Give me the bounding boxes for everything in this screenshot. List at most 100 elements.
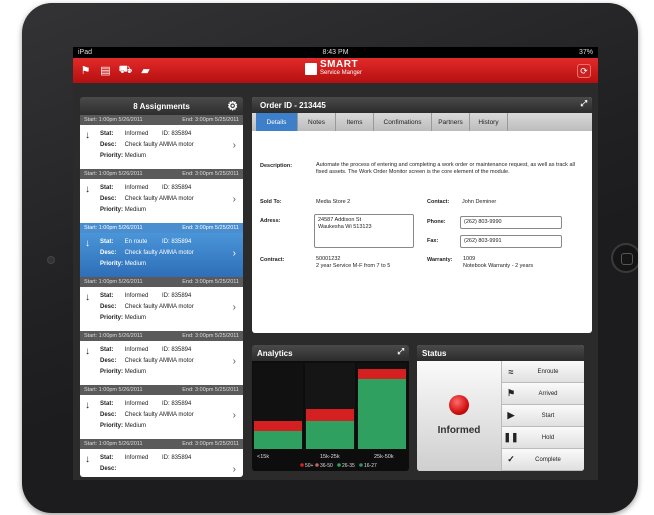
warranty-label: Warranty: <box>427 257 453 263</box>
chevron-right-icon[interactable]: › <box>233 356 236 367</box>
description-label: Description: <box>260 163 293 169</box>
contract-terms: 2 year Service M-F from 7 to 5 <box>316 263 391 269</box>
app-logo: SMART Service Manger <box>305 60 362 77</box>
order-tabs: Details Notes Items Confimations Partner… <box>252 113 592 131</box>
stat-label: Stat: <box>100 401 114 407</box>
chevron-right-icon[interactable]: › <box>233 302 236 313</box>
phone-field[interactable]: (262) 803-9990 <box>460 216 562 229</box>
truck-icon[interactable]: ⛟ <box>118 63 133 78</box>
status-button-complete[interactable]: ✓ Complete <box>501 449 584 471</box>
assignment-desc: Check faulty AMMA motor <box>124 412 194 418</box>
chevron-right-icon[interactable]: › <box>233 140 236 151</box>
arrow-down-icon: ↓ <box>85 346 90 357</box>
desc-label: Desc: <box>100 250 117 256</box>
stat-label: Stat: <box>100 185 114 191</box>
status-button-enroute[interactable]: ≈ Enroute <box>501 361 584 383</box>
status-indicator: Informed <box>417 361 501 471</box>
priority-label: Priority: <box>100 315 124 321</box>
expand-icon[interactable]: ⤢ <box>581 99 587 109</box>
carrier-label: iPad <box>78 49 93 56</box>
enroute-icon: ≈ <box>508 366 514 377</box>
assignment-item[interactable]: Start: 1:00pm 5/26/2011 End: 3:00pm 5/25/… <box>80 439 243 477</box>
priority-label: Priority: <box>100 423 124 429</box>
chevron-right-icon[interactable]: › <box>233 248 236 259</box>
arrow-down-icon: ↓ <box>85 400 90 411</box>
bar-50-plus <box>358 369 406 379</box>
assignment-item[interactable]: Start: 1:00pm 5/26/2011 End: 3:00pm 5/25/… <box>80 115 243 169</box>
priority-label: Priority: <box>100 207 124 213</box>
status-button-hold[interactable]: ❚❚ Hold <box>501 427 584 449</box>
status-button-start[interactable]: ▶ Start <box>501 405 584 427</box>
tab-confirmations[interactable]: Confimations <box>374 113 432 131</box>
assignment-item[interactable]: Start: 1:00pm 5/26/2011 End: 3:00pm 5/25/… <box>80 223 243 277</box>
assignment-times: Start: 1:00pm 5/26/2011 End: 3:00pm 5/25/… <box>80 169 243 179</box>
assignment-body: ↓ Stat: Informed ID: 835894 Desc: Check fau… <box>80 395 243 439</box>
assignment-end: End: 3:00pm 5/25/2011 <box>182 225 239 231</box>
van-icon[interactable]: ▰ <box>138 63 153 78</box>
legend-label: 26-35 <box>342 463 355 469</box>
fax-field[interactable]: (262) 803-9991 <box>460 235 562 248</box>
camera-dot <box>47 256 55 264</box>
start-icon: ▶ <box>507 410 515 420</box>
sold-to-value: Media Store 2 <box>316 199 351 205</box>
assignment-priority: Medium <box>124 207 147 213</box>
assignments-count: 8 Assignments <box>133 101 190 111</box>
tab-items[interactable]: Items <box>336 113 374 131</box>
chevron-right-icon[interactable]: › <box>233 410 236 421</box>
assignment-item[interactable]: Start: 1:00pm 5/26/2011 End: 3:00pm 5/25/… <box>80 277 243 331</box>
fax-label: Fax: <box>427 238 439 244</box>
contract-value: 50001232 2 year Service M-F from 7 to 5 <box>316 256 390 270</box>
assignment-item[interactable]: Start: 1:00pm 5/26/2011 End: 3:00pm 5/25/… <box>80 169 243 223</box>
assignment-id: ID: 835894 <box>162 401 192 407</box>
status-header: Status <box>417 345 584 361</box>
bar-26-35 <box>358 379 406 449</box>
tab-notes[interactable]: Notes <box>298 113 336 131</box>
address-field[interactable]: 24587 Addison St Waukesha Wi 513123 <box>314 214 414 248</box>
assignment-body: ↓ Stat: Informed ID: 835894 Desc: Check fau… <box>80 125 243 169</box>
x-tick-label: 15k-25k <box>320 454 340 460</box>
assignment-item[interactable]: Start: 1:00pm 5/26/2011 End: 3:00pm 5/25/… <box>80 331 243 385</box>
priority-label: Priority: <box>100 369 124 375</box>
status-button-arrived[interactable]: ⚑ Arrived <box>501 383 584 405</box>
assignment-priority: Medium <box>124 153 147 159</box>
document-icon[interactable]: ▤ <box>98 63 113 78</box>
status-title: Status <box>422 348 447 358</box>
refresh-icon[interactable]: ⟳ <box>577 64 591 78</box>
bar-50-plus <box>306 409 354 421</box>
chevron-right-icon[interactable]: › <box>233 464 236 475</box>
desc-label: Desc: <box>100 142 117 148</box>
tab-details[interactable]: Details <box>256 113 298 131</box>
ios-status-bar: iPad 8:43 PM 37% <box>73 47 598 58</box>
legend-swatch <box>300 463 304 467</box>
expand-icon[interactable]: ⤢ <box>398 347 404 357</box>
address-line1: 24587 Addison St <box>318 217 362 223</box>
tab-partners[interactable]: Partners <box>432 113 470 131</box>
order-header: Order ID - 213445 ⤢ <box>252 97 592 113</box>
assignment-start: Start: 1:00pm 5/26/2011 <box>84 441 143 447</box>
legend-label: 50+ <box>305 463 314 469</box>
tab-history[interactable]: History <box>470 113 508 131</box>
clock: 8:43 PM <box>322 49 349 56</box>
stat-label: Stat: <box>100 347 114 353</box>
phone-value: (262) 803-9990 <box>464 219 502 225</box>
flag-icon[interactable]: ⚑ <box>78 63 93 78</box>
contract-number: 50001232 <box>316 256 341 262</box>
complete-icon: ✓ <box>507 454 515 464</box>
assignment-stat: Informed <box>124 455 149 461</box>
arrow-down-icon: ↓ <box>85 130 90 141</box>
chevron-right-icon[interactable]: › <box>233 194 236 205</box>
analytics-header: Analytics ⤢ <box>252 345 409 361</box>
gear-icon[interactable]: ⚙ <box>227 99 238 113</box>
legend-swatch <box>337 463 341 467</box>
assignment-stat: Informed <box>124 131 149 137</box>
assignment-times: Start: 1:00pm 5/26/2011 End: 3:00pm 5/25/… <box>80 115 243 125</box>
assignment-stat: Informed <box>124 185 149 191</box>
assignment-times: Start: 1:00pm 5/26/2011 End: 3:00pm 5/25/… <box>80 439 243 449</box>
assignment-body: ↓ Stat: Informed ID: 835894 Desc: Priority:… <box>80 449 243 477</box>
assignment-item[interactable]: Start: 1:00pm 5/26/2011 End: 3:00pm 5/25/… <box>80 385 243 439</box>
home-button[interactable] <box>611 243 638 273</box>
priority-label: Priority: <box>100 261 124 267</box>
assignment-desc: Check faulty AMMA motor <box>124 196 194 202</box>
assignment-id: ID: 835894 <box>162 131 192 137</box>
analytics-title: Analytics <box>257 348 293 358</box>
